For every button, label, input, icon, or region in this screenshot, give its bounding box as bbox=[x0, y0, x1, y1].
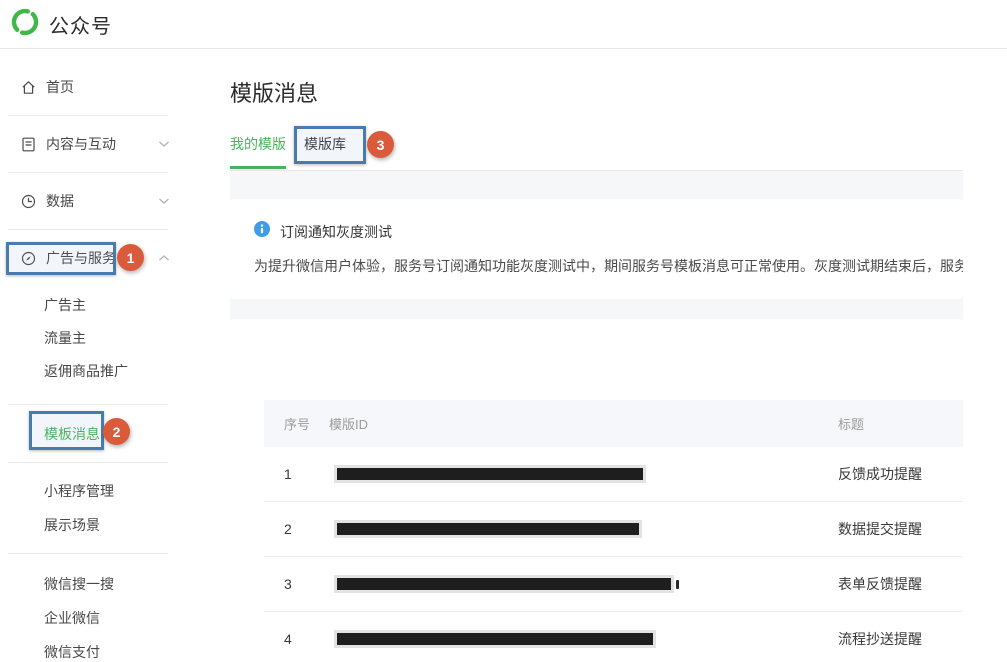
redacted-template-id bbox=[334, 575, 674, 593]
sidebar-submenu: 广告主 流量主 返佣商品推广 模板消息 小程序管理 展示场景 bbox=[0, 288, 230, 662]
annotation-box-ads-services bbox=[6, 242, 116, 275]
tab-content-section: 订阅通知灰度测试 为提升微信用户体验，服务号订阅通知功能灰度测试中，期间服务号模… bbox=[230, 171, 963, 662]
sidebar-item-label: 数据 bbox=[46, 191, 74, 211]
notice-header: 订阅通知灰度测试 bbox=[254, 221, 963, 242]
redacted-template-id bbox=[334, 630, 656, 648]
sidebar-item-label: 广告主 bbox=[44, 295, 86, 315]
table-row: 1 反馈成功提醒 bbox=[264, 447, 963, 502]
annotation-badge-3: 3 bbox=[367, 131, 394, 158]
sidebar-item-wechat-search[interactable]: 微信搜一搜 bbox=[0, 567, 230, 601]
sidebar-item-miniprogram-management[interactable]: 小程序管理 bbox=[0, 474, 230, 508]
home-icon bbox=[20, 79, 37, 96]
info-icon bbox=[254, 221, 270, 242]
column-header-index: 序号 bbox=[264, 414, 329, 433]
top-header: 公众号 bbox=[0, 0, 1007, 49]
column-header-title: 标题 bbox=[838, 414, 963, 433]
row-index: 4 bbox=[264, 631, 329, 647]
sidebar-item-traffic-owner[interactable]: 流量主 bbox=[0, 321, 230, 354]
redacted-template-id bbox=[334, 520, 642, 538]
annotation-badge-1: 1 bbox=[117, 244, 144, 271]
brand-logo[interactable]: 公众号 bbox=[10, 7, 112, 42]
brand-name: 公众号 bbox=[49, 10, 112, 39]
sidebar-item-label: 内容与互动 bbox=[46, 134, 116, 154]
annotation-box-template-library bbox=[294, 126, 366, 164]
row-index: 2 bbox=[264, 521, 329, 537]
notice-body: 为提升微信用户体验，服务号订阅通知功能灰度测试中，期间服务号模板消息可正常使用。… bbox=[254, 256, 963, 276]
redacted-template-id bbox=[334, 465, 646, 483]
sidebar-item-label: 流量主 bbox=[44, 328, 86, 348]
sidebar-item-rebate-promotion[interactable]: 返佣商品推广 bbox=[0, 354, 230, 387]
sidebar-item-label: 微信支付 bbox=[44, 642, 100, 662]
sidebar-divider bbox=[8, 462, 168, 463]
notice-title: 订阅通知灰度测试 bbox=[280, 222, 392, 242]
sidebar-item-wechat-pay[interactable]: 微信支付 bbox=[0, 635, 230, 662]
sidebar-item-data[interactable]: 数据 bbox=[0, 173, 230, 229]
template-title: 反馈成功提醒 bbox=[838, 464, 963, 484]
sidebar-item-advertiser[interactable]: 广告主 bbox=[0, 288, 230, 321]
sidebar-item-label: 展示场景 bbox=[44, 515, 100, 535]
chevron-down-icon bbox=[158, 197, 170, 205]
table-row: 2 数据提交提醒 bbox=[264, 502, 963, 557]
sidebar-item-label: 首页 bbox=[46, 77, 74, 97]
sidebar-divider bbox=[8, 404, 168, 405]
table-header-row: 序号 模版ID 标题 bbox=[264, 400, 963, 447]
sidebar-item-content-interaction[interactable]: 内容与互动 bbox=[0, 116, 230, 172]
sidebar-item-label: 返佣商品推广 bbox=[44, 361, 128, 381]
official-account-logo-icon bbox=[10, 7, 40, 42]
page: 公众号 首页 内容与互动 bbox=[0, 0, 1007, 662]
sidebar-item-home[interactable]: 首页 bbox=[0, 59, 230, 115]
sidebar-item-label: 企业微信 bbox=[44, 608, 100, 628]
sidebar-item-display-scene[interactable]: 展示场景 bbox=[0, 508, 230, 542]
column-header-template-id: 模版ID bbox=[329, 414, 838, 433]
template-title: 流程抄送提醒 bbox=[838, 629, 963, 649]
sidebar-item-wecom[interactable]: 企业微信 bbox=[0, 601, 230, 635]
chevron-down-icon bbox=[158, 140, 170, 148]
sidebar: 首页 内容与互动 数据 bbox=[0, 49, 230, 662]
chevron-up-icon bbox=[158, 254, 170, 262]
template-title: 数据提交提醒 bbox=[838, 519, 963, 539]
annotation-badge-2: 2 bbox=[103, 418, 130, 445]
notice-card: 订阅通知灰度测试 为提升微信用户体验，服务号订阅通知功能灰度测试中，期间服务号模… bbox=[230, 199, 963, 299]
table-row: 3 表单反馈提醒 bbox=[264, 557, 963, 612]
table-row: 4 流程抄送提醒 bbox=[264, 612, 963, 662]
sidebar-divider bbox=[8, 553, 168, 554]
pie-clock-icon bbox=[20, 193, 37, 210]
template-title: 表单反馈提醒 bbox=[838, 574, 963, 594]
annotation-box-template-message bbox=[29, 411, 104, 450]
row-index: 3 bbox=[264, 576, 329, 592]
redaction-remnant bbox=[676, 580, 679, 589]
sidebar-item-label: 小程序管理 bbox=[44, 481, 114, 501]
row-index: 1 bbox=[264, 466, 329, 482]
document-icon bbox=[20, 136, 37, 153]
tab-my-templates[interactable]: 我的模版 bbox=[230, 134, 286, 167]
page-title: 模版消息 bbox=[230, 76, 963, 108]
sidebar-item-label: 微信搜一搜 bbox=[44, 574, 114, 594]
template-table-card: 序号 模版ID 标题 1 反馈成功提醒 2 数据提交提醒 bbox=[230, 319, 963, 662]
